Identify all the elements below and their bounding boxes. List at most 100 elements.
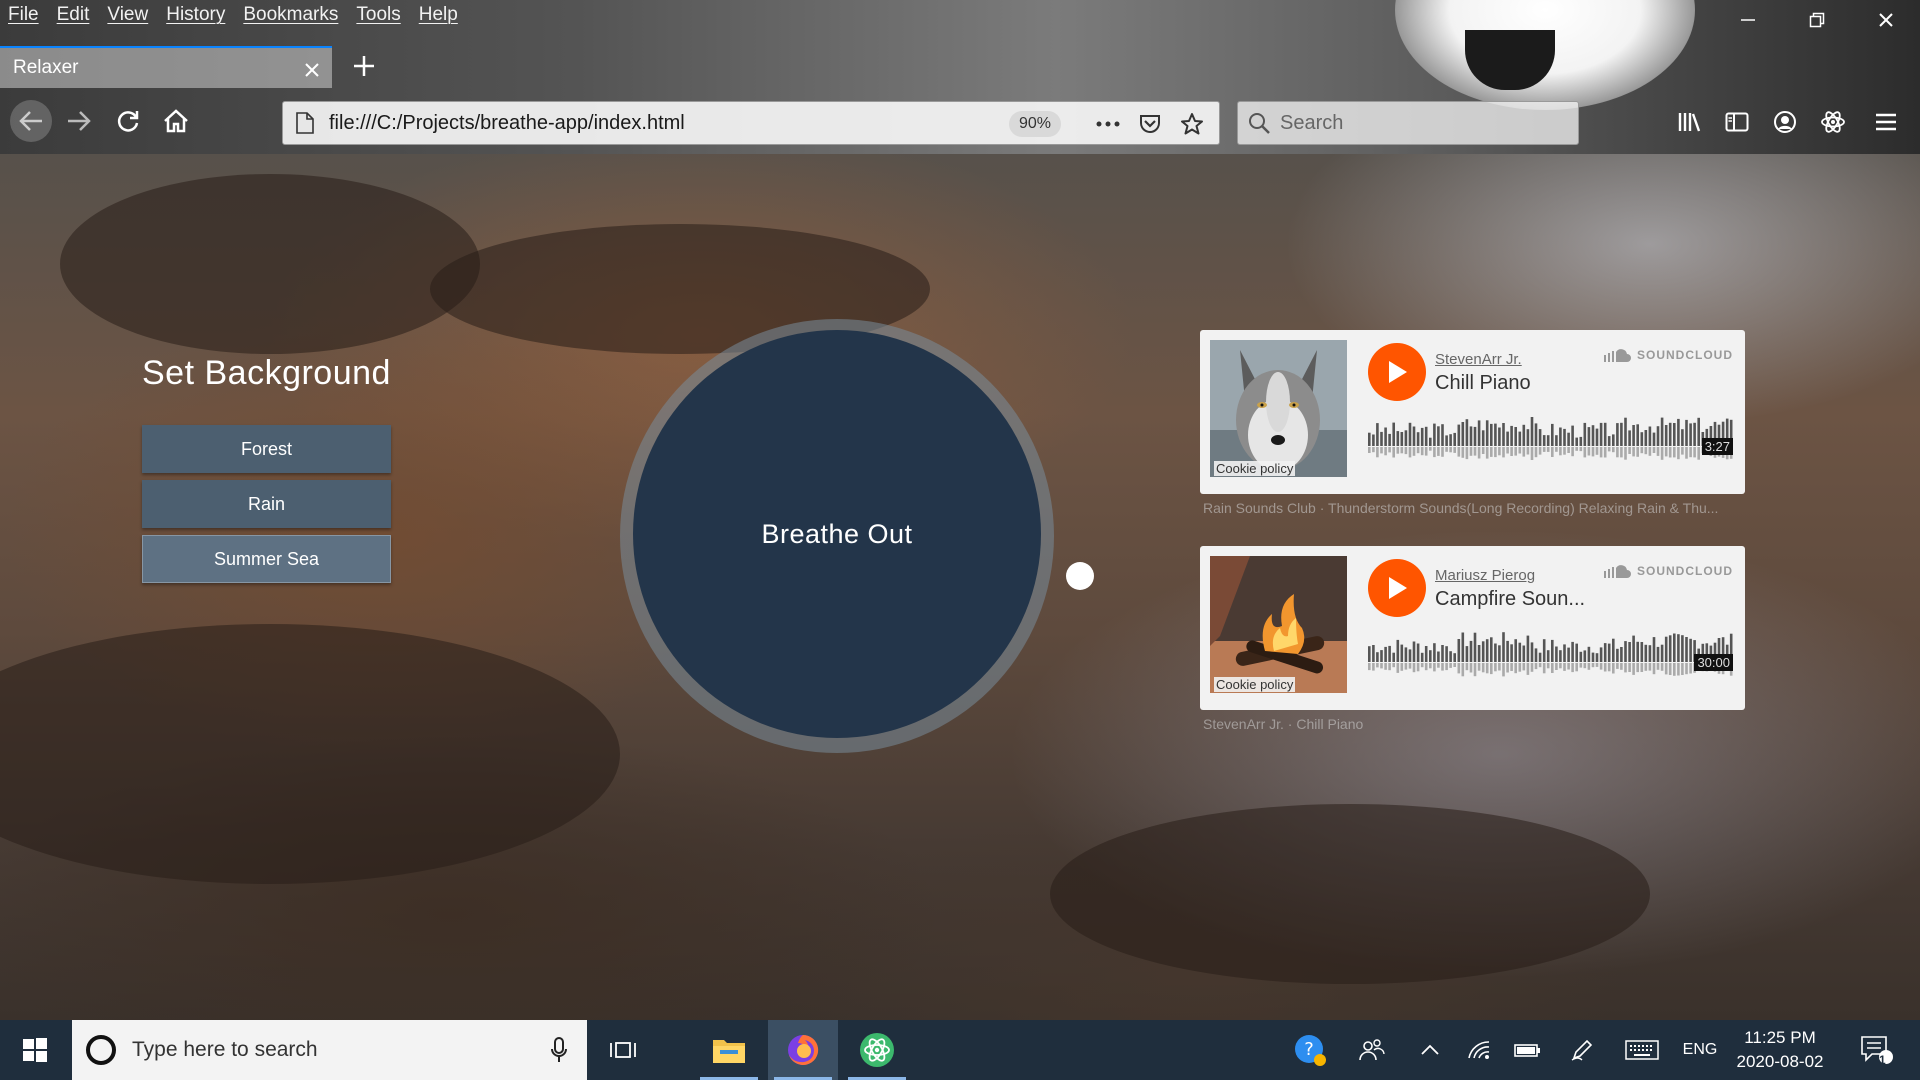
menu-view[interactable]: View (107, 4, 148, 26)
waveform-bar (1555, 435, 1558, 446)
url-actions (1087, 108, 1213, 140)
reload-button[interactable] (107, 100, 149, 142)
soundcloud-brand-text: SOUNDCLOUD (1637, 348, 1733, 362)
waveform-reflection-bar (1473, 447, 1477, 456)
menu-bookmarks[interactable]: Bookmarks (243, 4, 338, 26)
new-tab-button[interactable] (346, 48, 382, 84)
minimize-button[interactable] (1713, 0, 1782, 40)
wolf-artwork[interactable]: Cookie policy (1210, 340, 1347, 477)
forward-button[interactable] (58, 100, 100, 142)
waveform-bar (1603, 422, 1607, 446)
restore-button[interactable] (1782, 0, 1851, 40)
track-artist-link[interactable]: Mariusz Pierog (1435, 567, 1535, 584)
menu-tools[interactable]: Tools (356, 4, 400, 26)
forest-button[interactable]: Forest (142, 425, 391, 473)
tab-close-icon[interactable] (304, 56, 320, 85)
menu-history[interactable]: History (166, 4, 225, 26)
waveform-reflection-bar (1595, 663, 1599, 667)
track-title[interactable]: Chill Piano (1435, 372, 1531, 395)
hamburger-menu-button[interactable] (1864, 100, 1908, 144)
campfire-artwork[interactable]: Cookie policy (1210, 556, 1347, 693)
waveform-reflection-bar (1441, 447, 1444, 457)
address-bar[interactable]: file:///C:/Projects/breathe-app/index.ht… (282, 101, 1220, 145)
people-button[interactable] (1352, 1020, 1392, 1080)
menu-edit[interactable]: Edit (57, 4, 90, 26)
waveform-bar (1506, 431, 1509, 446)
pocket-button[interactable] (1129, 108, 1171, 140)
waveform-bar (1652, 432, 1656, 446)
waveform-reflection-bar (1644, 663, 1648, 671)
waveform-reflection-bar (1587, 447, 1591, 456)
microphone-icon[interactable] (551, 1037, 567, 1063)
search-bar[interactable]: Search (1237, 101, 1579, 145)
library-button[interactable] (1665, 100, 1713, 144)
waveform-reflection-bar (1571, 663, 1574, 673)
url-text[interactable]: file:///C:/Projects/breathe-app/index.ht… (329, 112, 685, 135)
firefox-taskbar-button[interactable] (768, 1020, 838, 1080)
touch-keyboard-button[interactable] (1618, 1020, 1666, 1080)
account-button[interactable] (1761, 100, 1809, 144)
file-explorer-taskbar-button[interactable] (694, 1020, 764, 1080)
menu-help[interactable]: Help (419, 4, 458, 26)
waveform[interactable] (1368, 416, 1734, 466)
summer-sea-button[interactable]: Summer Sea (142, 535, 391, 583)
waveform-reflection-bar (1388, 447, 1391, 453)
home-button[interactable] (155, 100, 197, 142)
waveform-bar (1612, 434, 1615, 446)
close-window-button[interactable] (1851, 0, 1920, 40)
waveform-reflection-bar (1567, 447, 1570, 453)
help-tray-button[interactable]: ? (1290, 1020, 1330, 1080)
waveform-reflection-bar (1632, 447, 1635, 457)
waveform-bar (1603, 643, 1607, 662)
language-indicator[interactable]: ENG (1680, 1020, 1720, 1080)
start-button[interactable] (0, 1020, 70, 1080)
bookmark-star-button[interactable] (1171, 108, 1213, 140)
network-button[interactable] (1460, 1020, 1498, 1080)
menu-file[interactable]: File (8, 4, 39, 26)
atom-taskbar-button[interactable] (842, 1020, 912, 1080)
battery-button[interactable] (1508, 1020, 1548, 1080)
waveform-bar (1400, 432, 1404, 446)
waveform-reflection-bar (1396, 447, 1400, 454)
rain-button[interactable]: Rain (142, 480, 391, 528)
waveform-reflection-bar (1689, 663, 1692, 674)
extension-button[interactable] (1809, 100, 1857, 144)
track-artist-link[interactable]: StevenArr Jr. (1435, 351, 1522, 368)
waveform[interactable] (1368, 632, 1734, 682)
waveform-reflection-bar (1628, 663, 1631, 672)
page-actions-button[interactable] (1087, 108, 1129, 140)
soundcloud-logo[interactable]: SOUNDCLOUD (1604, 564, 1733, 578)
waveform-reflection-bar (1437, 663, 1440, 668)
play-button[interactable] (1368, 559, 1426, 617)
waveform-bar (1441, 424, 1444, 446)
task-view-icon (610, 1042, 636, 1058)
waveform-bar (1420, 652, 1424, 662)
cookie-policy-link[interactable]: Cookie policy (1214, 677, 1296, 692)
waveform-bar (1664, 636, 1668, 662)
waveform-reflection-bar (1433, 447, 1436, 458)
waveform-bar (1416, 643, 1420, 662)
waveform-bar (1490, 423, 1493, 446)
waveform-bar (1437, 426, 1440, 446)
system-clock[interactable]: 11:25 PM 2020-08-02 (1725, 1026, 1835, 1074)
show-hidden-icons-button[interactable] (1412, 1020, 1448, 1080)
waveform-reflection-bar (1477, 663, 1481, 671)
pen-workspace-button[interactable] (1562, 1020, 1602, 1080)
star-icon (1181, 113, 1203, 135)
waveform-reflection-bar (1502, 447, 1505, 458)
soundcloud-logo[interactable]: SOUNDCLOUD (1604, 348, 1733, 362)
tab-relaxer[interactable]: Relaxer (0, 46, 332, 88)
cookie-policy-link[interactable]: Cookie policy (1214, 461, 1296, 476)
waveform-reflection-bar (1595, 447, 1599, 455)
back-button[interactable] (10, 100, 52, 142)
task-view-button[interactable] (588, 1020, 658, 1080)
waveform-bar (1453, 432, 1456, 446)
action-center-button[interactable]: 1 (1852, 1020, 1902, 1080)
play-button[interactable] (1368, 343, 1426, 401)
sidebar-button[interactable] (1713, 100, 1761, 144)
zoom-indicator[interactable]: 90% (1009, 111, 1062, 137)
taskbar-search[interactable]: Type here to search (72, 1020, 587, 1080)
track-title[interactable]: Campfire Soun... (1435, 588, 1585, 611)
waveform-bar (1514, 639, 1517, 662)
waveform-reflection-bar (1575, 447, 1578, 451)
